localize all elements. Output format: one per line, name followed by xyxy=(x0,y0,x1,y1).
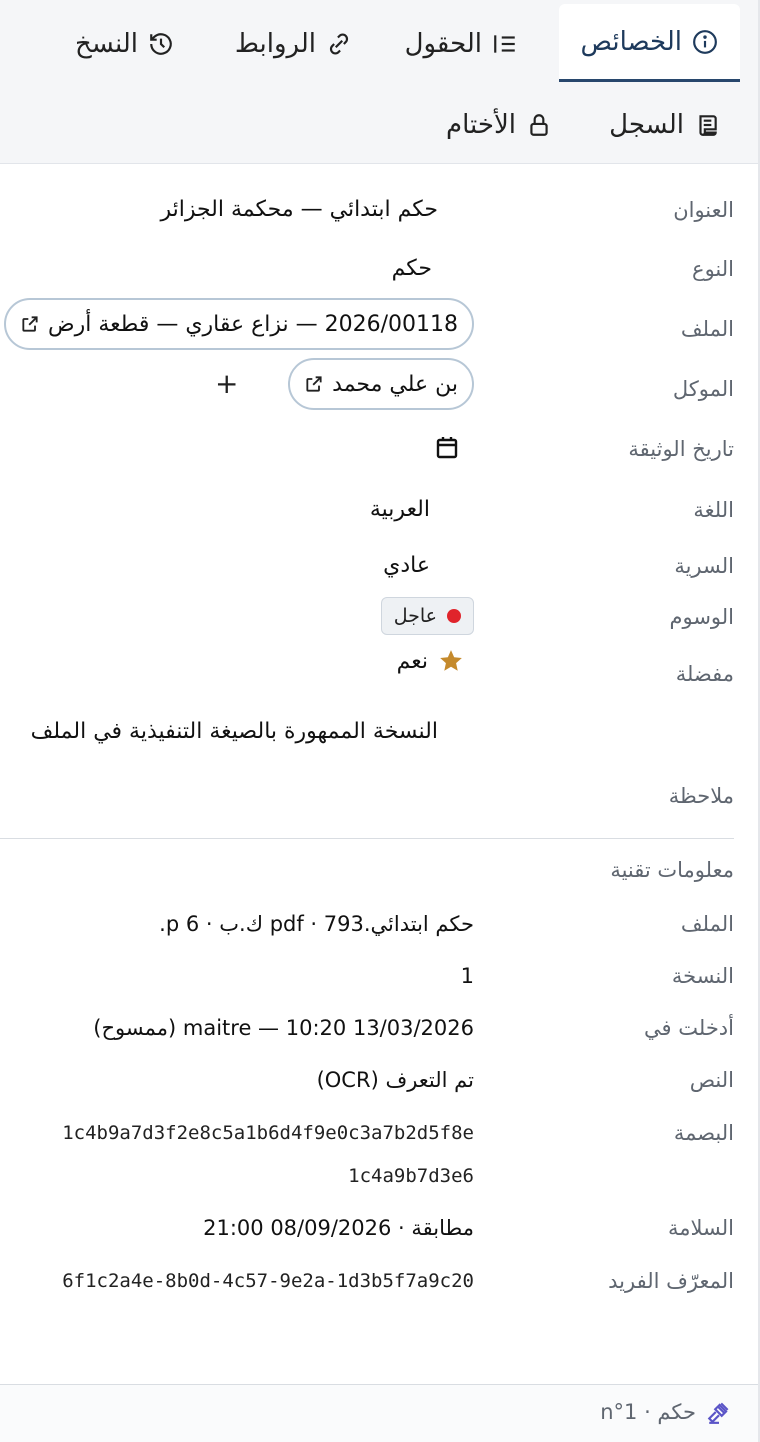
calendar-icon[interactable] xyxy=(436,436,458,460)
confidentiality-value[interactable]: عادي xyxy=(383,546,430,586)
external-link-icon xyxy=(306,376,322,392)
tech-fingerprint-row-2: 1c4a9b7d3e6 xyxy=(0,1156,734,1196)
tech-entered-label: أدخلت في xyxy=(644,1016,734,1040)
favorite-toggle[interactable]: نعم xyxy=(397,648,464,674)
note-value-row: النسخة الممهورة بالصيغة التنفيذية في الم… xyxy=(0,712,734,752)
file-label: الملف xyxy=(680,317,734,341)
tech-version-value: 1 xyxy=(460,964,474,988)
type-row: النوع حكم xyxy=(0,249,734,289)
tag-urgent[interactable]: عاجل xyxy=(380,597,474,635)
tech-file-value: حكم ابتدائي.pdf · 793 ك.ب · 6 p. xyxy=(159,912,474,936)
tab-log-label: السجل xyxy=(609,110,684,140)
tech-uid-value: 6f1c2a4e-8b0d-4c57-9e2a-1d3b5f7a9c20 xyxy=(62,1270,474,1292)
favorite-row: مفضلة xyxy=(0,654,734,694)
date-label: تاريخ الوثيقة xyxy=(628,437,734,461)
note-value[interactable]: النسخة الممهورة بالصيغة التنفيذية في الم… xyxy=(31,712,438,752)
tech-entered-value: 13/03/2026 10:20 — maitre (ممسوح) xyxy=(93,1016,474,1040)
tab-links[interactable]: الروابط xyxy=(235,24,352,64)
link-icon xyxy=(329,33,349,55)
tech-version-label: النسخة xyxy=(671,964,734,988)
footer-label: حكم · n°1 xyxy=(600,1399,732,1425)
tags-label: الوسوم xyxy=(669,605,734,629)
tab-seals-label: الأختام xyxy=(446,110,516,140)
tech-integrity-row: السلامة مطابقة · 08/09/2026 21:00 xyxy=(0,1208,734,1248)
file-chip[interactable]: 2026/00118 — نزاع عقاري — قطعة أرض xyxy=(4,298,474,350)
tech-uid-row: المعرّف الفريد 6f1c2a4e-8b0d-4c57-9e2a-1… xyxy=(0,1261,734,1301)
favorite-value: نعم xyxy=(396,648,428,674)
tech-text-value: تم التعرف (OCR) xyxy=(316,1068,474,1092)
tech-file-row: الملف حكم ابتدائي.pdf · 793 ك.ب · 6 p. xyxy=(0,904,734,944)
tab-log[interactable]: السجل xyxy=(609,104,720,146)
tab-fields[interactable]: الحقول xyxy=(405,24,518,64)
tech-fingerprint-line2: 1c4a9b7d3e6 xyxy=(348,1165,474,1187)
tab-properties-label: الخصائص xyxy=(580,26,683,57)
tech-integrity-label: السلامة xyxy=(667,1216,734,1240)
tech-section-title: معلومات تقنية xyxy=(610,858,734,882)
tab-fields-label: الحقول xyxy=(404,29,482,59)
tags-row: الوسوم xyxy=(0,597,734,637)
tech-fingerprint-line1: 1c4b9a7d3f2e8c5a1b6d4f9e0c3a7b2d5f8e xyxy=(62,1122,474,1144)
tech-entered-row: أدخلت في 13/03/2026 10:20 — maitre (ممسو… xyxy=(0,1008,734,1048)
add-client-button[interactable]: + xyxy=(215,370,238,398)
lock-icon xyxy=(530,114,548,136)
star-icon xyxy=(440,650,462,671)
client-chip-label: بن علي محمد xyxy=(332,371,458,397)
tech-text-label: النص xyxy=(689,1068,734,1092)
tech-fingerprint-row: البصمة 1c4b9a7d3f2e8c5a1b6d4f9e0c3a7b2d5… xyxy=(0,1113,734,1153)
tab-versions-label: النسخ xyxy=(75,29,138,59)
language-value[interactable]: العربية xyxy=(370,490,430,530)
client-chip[interactable]: بن علي محمد xyxy=(288,358,474,410)
type-value[interactable]: حكم xyxy=(392,249,432,289)
tab-properties[interactable]: الخصائص xyxy=(558,4,740,82)
footer-text: حكم · n°1 xyxy=(600,1400,696,1424)
title-label: العنوان xyxy=(673,198,734,222)
confidentiality-row: السرية عادي xyxy=(0,546,734,586)
title-row: العنوان حكم ابتدائي — محكمة الجزائر xyxy=(0,190,734,230)
tab-links-label: الروابط xyxy=(234,29,316,59)
tag-urgent-label: عاجل xyxy=(393,605,437,627)
gavel-icon xyxy=(707,1402,729,1424)
tech-integrity-value: مطابقة · 08/09/2026 21:00 xyxy=(203,1216,474,1240)
tab-bar: الخصائص الحقول الروابط النسخ السجل الأخت… xyxy=(0,0,758,164)
section-divider xyxy=(0,838,734,839)
tech-text-row: النص تم التعرف (OCR) xyxy=(0,1060,734,1100)
external-link-icon xyxy=(22,316,38,332)
language-row: اللغة العربية xyxy=(0,490,734,530)
favorite-label: مفضلة xyxy=(675,662,734,686)
info-icon xyxy=(693,29,717,54)
note-row: ملاحظة xyxy=(0,776,734,816)
tech-version-row: النسخة 1 xyxy=(0,956,734,996)
tech-uid-label: المعرّف الفريد xyxy=(608,1269,734,1293)
list-icon xyxy=(494,35,515,53)
history-icon xyxy=(150,33,172,55)
note-label: ملاحظة xyxy=(668,784,734,808)
document-properties-panel: الخصائص الحقول الروابط النسخ السجل الأخت… xyxy=(0,0,760,1442)
red-dot-icon xyxy=(447,609,461,623)
tech-fingerprint-label: البصمة xyxy=(673,1121,734,1145)
footer-bar: حكم · n°1 xyxy=(0,1384,758,1442)
title-value[interactable]: حكم ابتدائي — محكمة الجزائر xyxy=(160,190,438,230)
date-row: تاريخ الوثيقة xyxy=(0,429,734,469)
confidentiality-label: السرية xyxy=(674,554,734,578)
language-label: اللغة xyxy=(693,498,734,522)
client-label: الموكل xyxy=(672,377,734,401)
type-label: النوع xyxy=(692,257,734,281)
file-chip-label: 2026/00118 — نزاع عقاري — قطعة أرض xyxy=(48,311,458,337)
tab-versions[interactable]: النسخ xyxy=(75,24,174,64)
scroll-icon xyxy=(699,115,717,136)
tab-seals[interactable]: الأختام xyxy=(446,104,552,146)
tech-file-label: الملف xyxy=(680,912,734,936)
